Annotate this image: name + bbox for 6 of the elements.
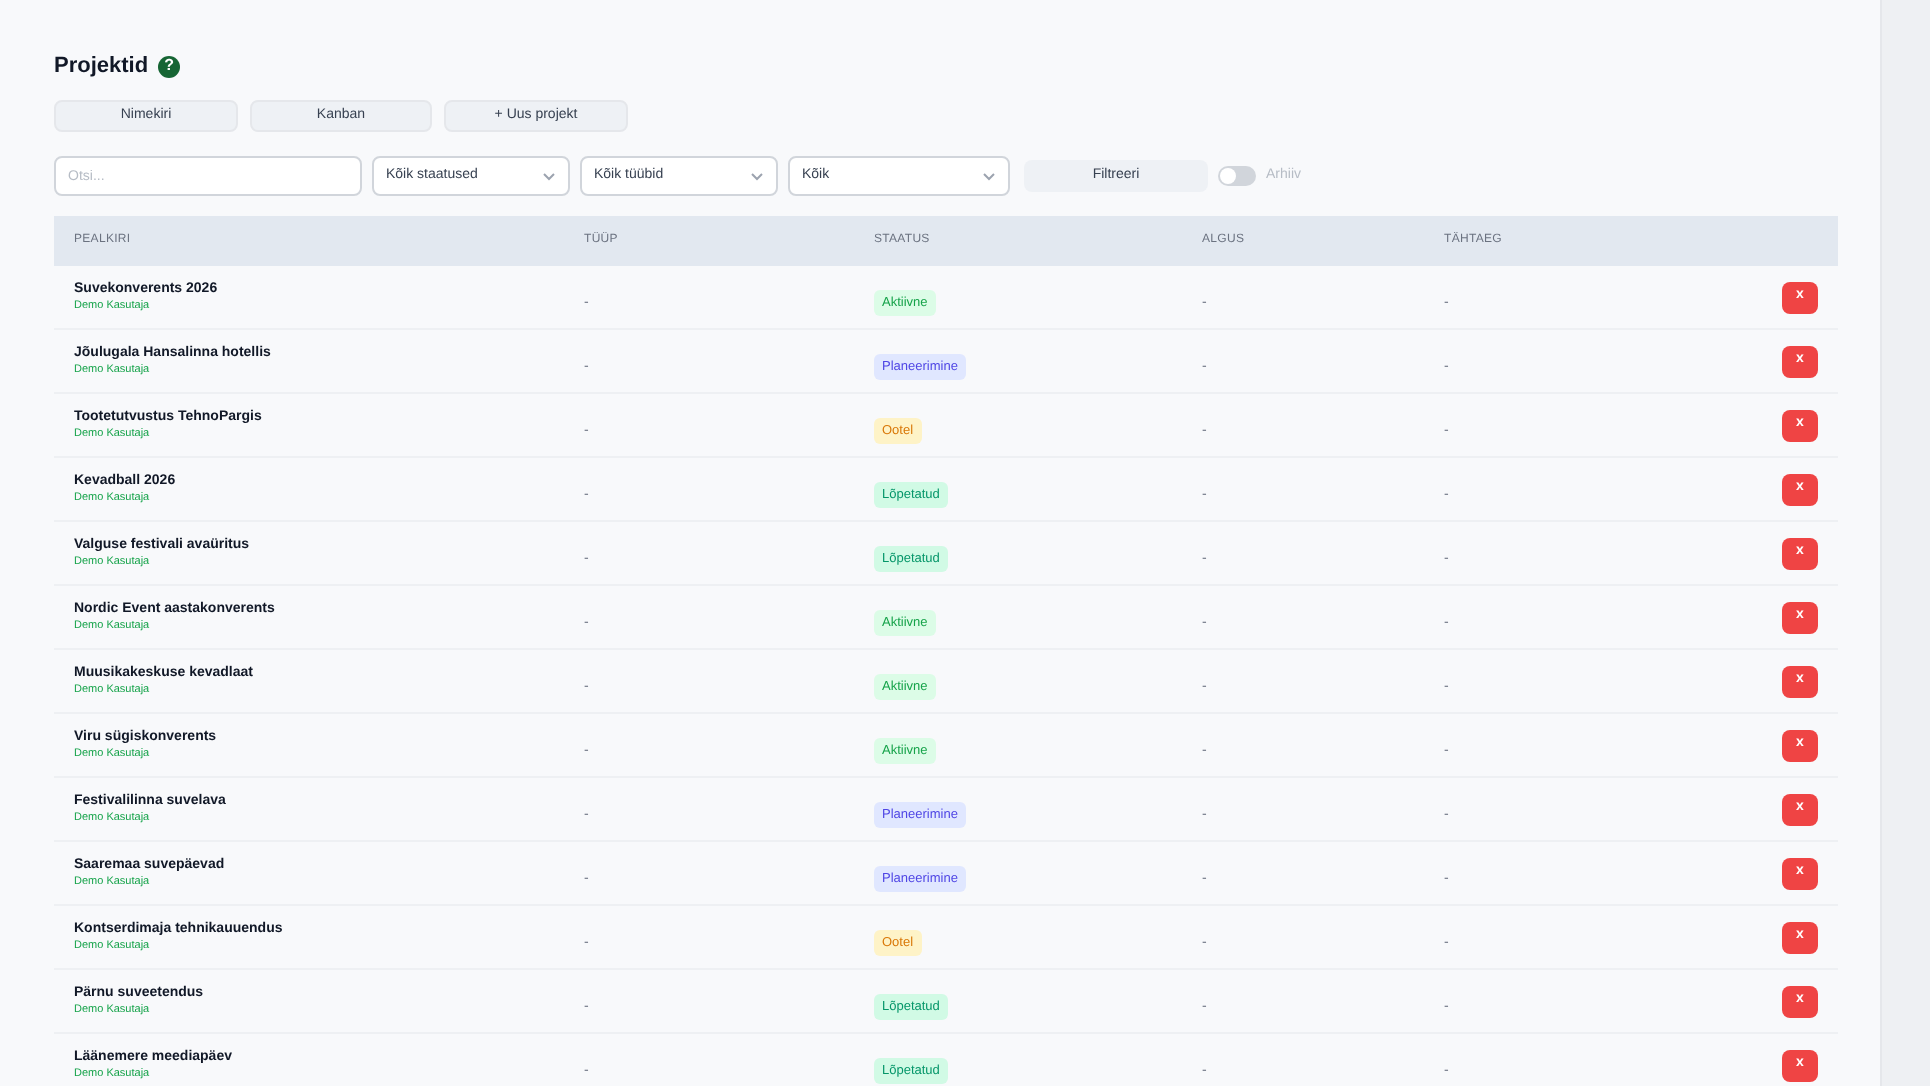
chevron-down-icon <box>750 171 764 181</box>
help-icon[interactable]: ? <box>158 55 181 77</box>
chevron-down-icon <box>542 171 556 181</box>
page-title: Projektid <box>54 51 149 82</box>
chevron-down-icon <box>982 171 996 181</box>
archive-toggle[interactable] <box>1218 166 1256 186</box>
